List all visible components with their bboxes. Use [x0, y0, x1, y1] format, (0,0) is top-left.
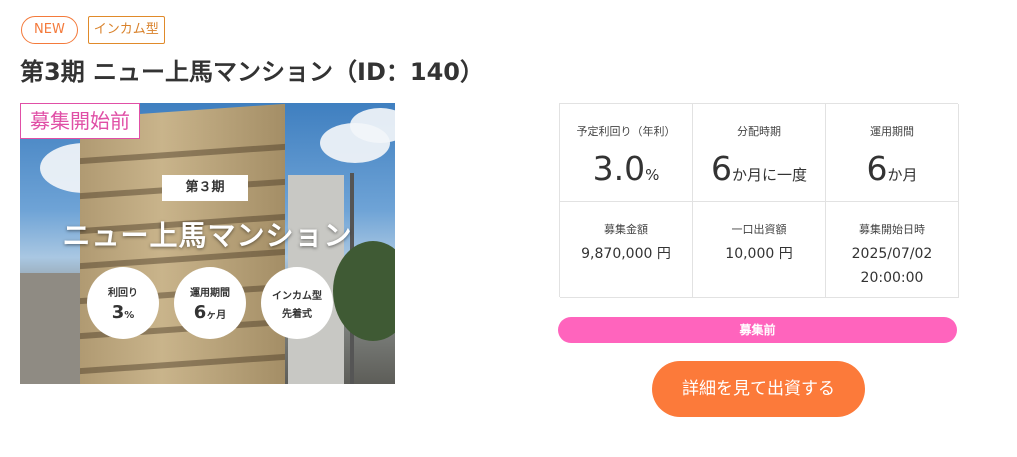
type-circle: インカム型 先着式 — [261, 267, 333, 339]
stat-amount: 募集金額 9,870,000 円 — [560, 202, 693, 298]
yield-circle-value: 3% — [111, 301, 135, 323]
stat-unit-price: 一口出資額 10,000 円 — [693, 202, 826, 298]
yield-circle-label: 利回り — [108, 287, 138, 299]
stat-start-date: 募集開始日時 2025/07/02 20:00:00 — [826, 202, 959, 298]
fund-stats-grid: 予定利回り（年利） 3.0% 分配時期 6か月に一度 運用期間 6か月 募集金額… — [559, 103, 959, 298]
tags: NEW インカム型 — [21, 16, 165, 44]
stat-label: 分配時期 — [737, 125, 781, 138]
yield-circle: 利回り 3% — [87, 267, 159, 339]
stat-period: 運用期間 6か月 — [826, 104, 959, 202]
type-tag: インカム型 — [87, 16, 165, 44]
period-circle-value: 6ヶ月 — [193, 301, 227, 323]
hero-circles: 利回り 3% 運用期間 6ヶ月 インカム型 先着式 — [87, 267, 333, 339]
status-bar: 募集前 — [558, 317, 957, 343]
property-name-overlay: ニュー上馬マンション — [62, 219, 353, 252]
stat-value: 3.0% — [592, 149, 660, 188]
invest-details-button[interactable]: 詳細を見て出資する — [652, 361, 865, 417]
phase-label: 第３期 — [162, 175, 248, 201]
type-circle-label: インカム型 — [272, 290, 322, 302]
stat-label: 予定利回り（年利） — [576, 125, 676, 138]
stat-distribution: 分配時期 6か月に一度 — [693, 104, 826, 202]
type-circle-sub: 先着式 — [282, 308, 312, 320]
stat-value: 9,870,000 円 — [581, 246, 671, 262]
stat-yield: 予定利回り（年利） 3.0% — [560, 104, 693, 202]
stat-value: 2025/07/02 20:00:00 — [851, 246, 933, 286]
stat-label: 募集開始日時 — [859, 223, 925, 236]
stat-value: 6か月 — [866, 149, 918, 188]
stat-label: 運用期間 — [870, 125, 914, 138]
period-circle: 運用期間 6ヶ月 — [174, 267, 246, 339]
stat-value: 10,000 円 — [725, 246, 793, 262]
new-tag: NEW — [21, 16, 78, 44]
stat-value: 6か月に一度 — [710, 149, 807, 188]
property-image[interactable]: 募集開始前 第３期 ニュー上馬マンション 利回り 3% 運用期間 6ヶ月 インカ… — [20, 103, 395, 384]
page-title: 第3期 ニュー上馬マンション（ID：140） — [20, 58, 485, 86]
period-circle-label: 運用期間 — [190, 287, 230, 299]
stat-label: 募集金額 — [604, 223, 648, 236]
stat-label: 一口出資額 — [731, 223, 787, 236]
recruitment-badge: 募集開始前 — [20, 103, 140, 139]
